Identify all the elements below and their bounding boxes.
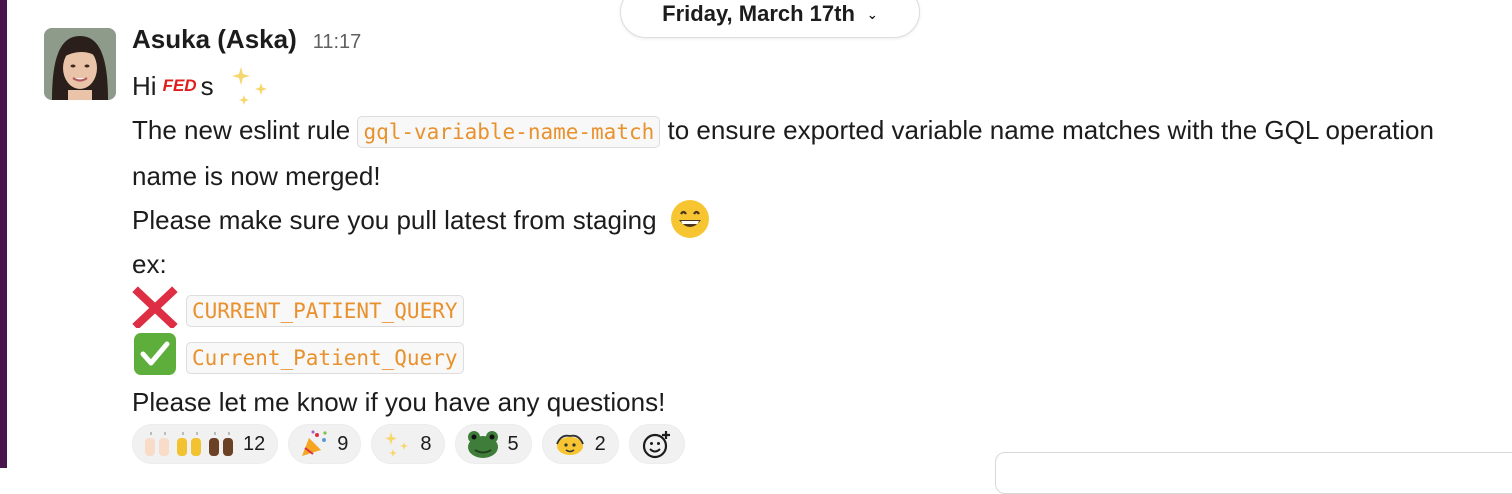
bad-example-code: CURRENT_PATIENT_QUERY <box>186 295 464 327</box>
bad-example-line: CURRENT_PATIENT_QUERY <box>132 286 1502 333</box>
chevron-down-icon: ⌄ <box>866 7 878 22</box>
reaction-frog[interactable]: 5 <box>454 424 532 464</box>
reaction-count: 9 <box>337 432 349 455</box>
good-example-line: Current_Patient_Query <box>132 333 1502 380</box>
message-line-1: The new eslint rule gql-variable-name-ma… <box>132 108 1502 198</box>
fed-emoji-icon: FED <box>162 76 197 95</box>
reaction-count: 12 <box>243 432 266 455</box>
line1-text: The new eslint rule <box>132 115 351 145</box>
line3-text: ex: <box>132 249 167 279</box>
timestamp[interactable]: 11:17 <box>313 31 362 54</box>
greeting-line: Hi FED s <box>132 64 1502 108</box>
reaction-count: 5 <box>507 432 519 455</box>
line4-text: Please let me know if you have any quest… <box>132 387 666 417</box>
check-mark-icon <box>132 333 178 375</box>
reaction-party-popper[interactable]: 9 <box>288 424 362 464</box>
add-reaction-icon <box>641 429 673 459</box>
sparkles-icon <box>229 65 275 107</box>
frog-icon <box>466 429 500 459</box>
message-line-2: Please make sure you pull latest from st… <box>132 198 1502 242</box>
line2-text: Please make sure you pull latest from st… <box>132 205 657 235</box>
greeting-text: Hi <box>132 71 157 101</box>
grinning-face-icon <box>670 199 710 239</box>
message-header: Asuka (Aska) 11:17 <box>132 24 1502 64</box>
message-line-3: ex: <box>132 242 1502 286</box>
sparkles-icon <box>382 430 412 458</box>
reactions-bar: 12 9 8 5 2 <box>132 424 685 464</box>
sidebar-edge <box>0 0 7 468</box>
message: Asuka (Aska) 11:17 Hi FED s The new eslint… <box>132 24 1502 464</box>
reaction-count: 2 <box>594 432 606 455</box>
party-popper-icon <box>299 430 329 458</box>
dancing-emoji-icon <box>553 430 587 458</box>
reaction-count: 8 <box>420 432 432 455</box>
sender-name[interactable]: Asuka (Aska) <box>132 24 297 55</box>
reaction-sparkles[interactable]: 8 <box>371 424 445 464</box>
inline-code: gql-variable-name-match <box>357 116 661 148</box>
good-example-code: Current_Patient_Query <box>186 342 464 374</box>
reaction-raised-hands[interactable]: 12 <box>132 424 279 464</box>
add-reaction-button[interactable] <box>628 424 685 464</box>
raised-hands-icon <box>143 430 235 458</box>
greeting-suffix: s <box>200 71 214 101</box>
avatar[interactable] <box>44 28 116 100</box>
reaction-dancing[interactable]: 2 <box>541 424 619 464</box>
cross-mark-icon <box>132 286 178 330</box>
message-composer[interactable] <box>995 452 1512 494</box>
message-line-4: Please let me know if you have any quest… <box>132 380 1502 424</box>
